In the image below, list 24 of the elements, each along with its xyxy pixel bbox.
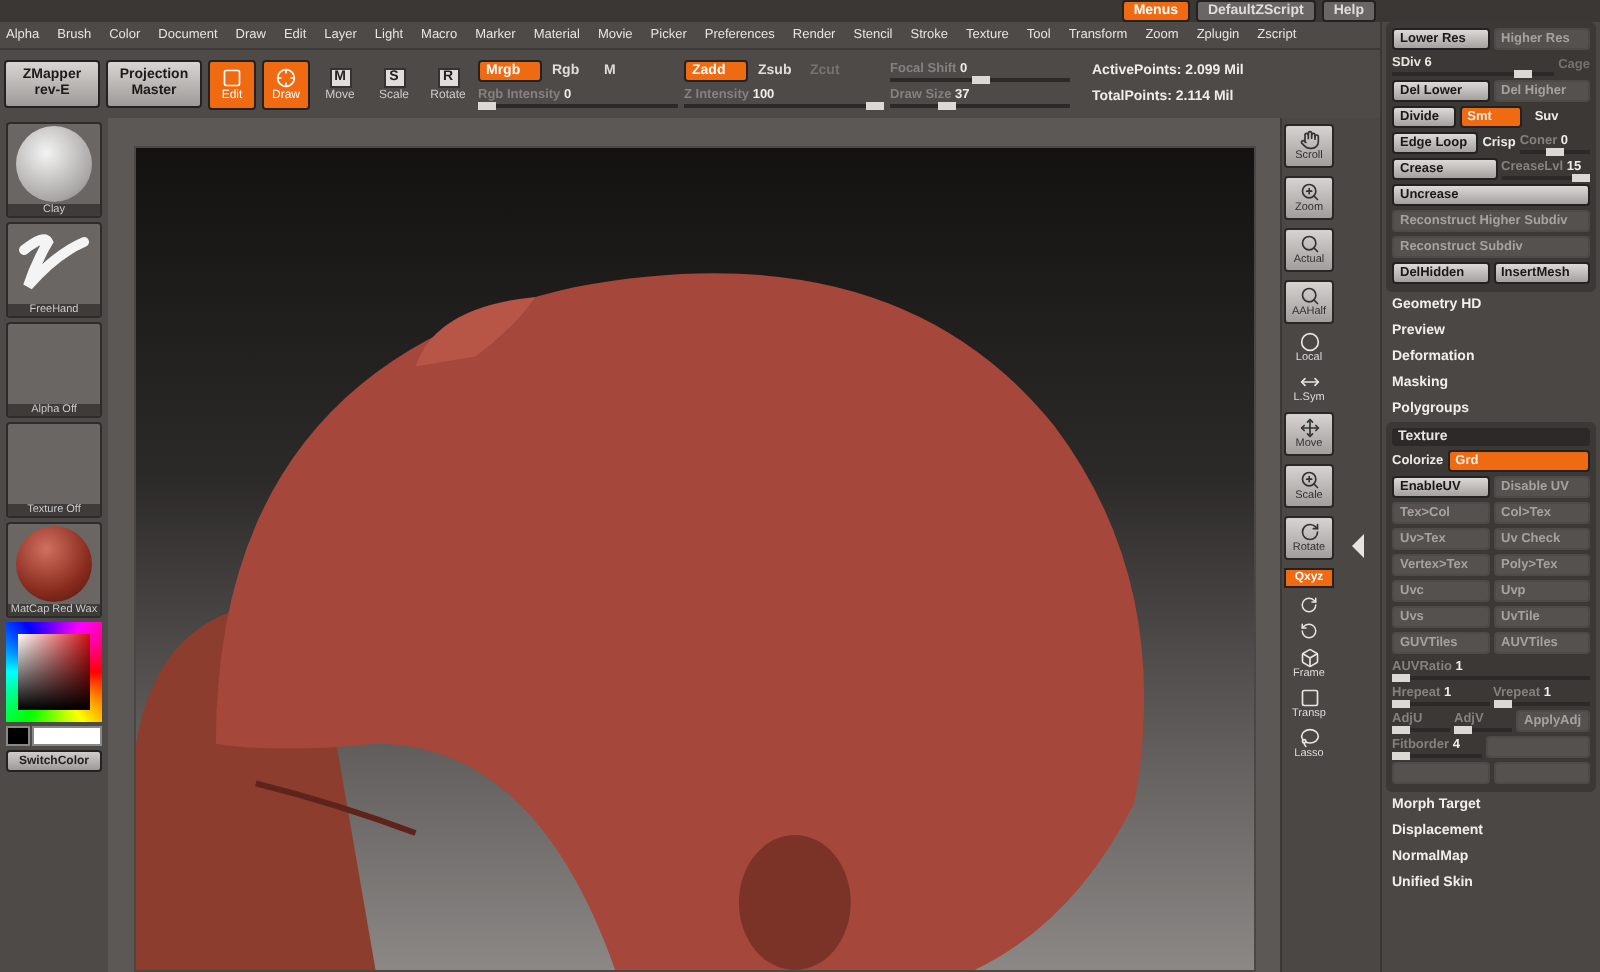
crosshair-icon — [276, 67, 296, 87]
magnifier-icon — [1299, 286, 1319, 306]
color-swatch[interactable] — [32, 726, 102, 746]
sphere-icon — [16, 526, 92, 602]
rotate-icon[interactable] — [1300, 622, 1318, 640]
move-icon — [1299, 418, 1319, 438]
sphere-icon — [1299, 332, 1319, 352]
symmetry-icon — [1299, 372, 1319, 392]
slider-thumb[interactable] — [1514, 69, 1533, 77]
collapse-arrow-icon[interactable] — [1352, 533, 1364, 557]
zoom-icon — [1299, 182, 1319, 202]
edit-icon — [222, 67, 242, 87]
lasso-icon — [1299, 728, 1319, 748]
rotate-icon — [1299, 522, 1319, 542]
hand-icon — [1299, 130, 1319, 150]
sphere-icon — [16, 126, 92, 202]
viewport[interactable] — [134, 146, 1256, 972]
color-picker[interactable] — [6, 622, 102, 722]
square-icon — [1299, 688, 1319, 708]
color-swatch[interactable] — [6, 726, 30, 746]
zoom-icon — [1299, 470, 1319, 490]
magnifier-icon — [1299, 234, 1319, 254]
rotate-icon[interactable] — [1300, 596, 1318, 614]
cube-icon — [1299, 648, 1319, 668]
